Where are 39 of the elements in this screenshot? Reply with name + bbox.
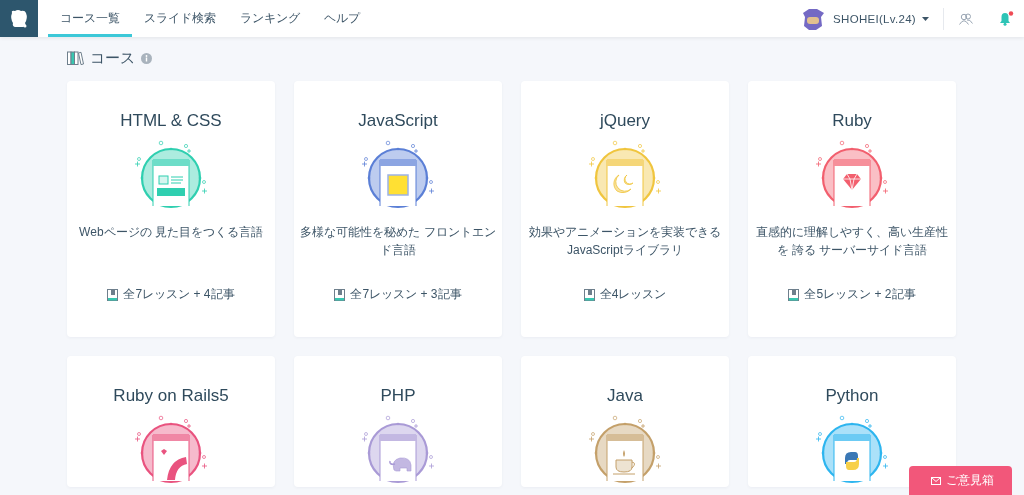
- course-title: Ruby on Rails5: [113, 386, 229, 406]
- course-card[interactable]: PHP: [294, 356, 502, 487]
- nav-tab[interactable]: ランキング: [228, 3, 312, 37]
- course-title: JavaScript: [358, 111, 438, 131]
- section-title: コース: [90, 48, 135, 68]
- course-description: 効果やアニメーションを実装できる JavaScriptライブラリ: [528, 224, 722, 259]
- course-title: Python: [825, 386, 879, 406]
- lesson-count: 全7レッスン + 4記事: [123, 286, 235, 303]
- nav-tab[interactable]: コース一覧: [48, 3, 132, 37]
- mail-icon: [931, 476, 941, 485]
- lesson-count: 全7レッスン + 3記事: [350, 286, 462, 303]
- book-icon: [788, 288, 800, 301]
- books-icon: [67, 51, 84, 65]
- nav-tab[interactable]: スライド検索: [132, 3, 228, 37]
- nav-tab[interactable]: ヘルプ: [312, 3, 372, 37]
- course-description: Webページの 見た目をつくる言語: [79, 224, 263, 241]
- course-title: PHP: [380, 386, 416, 406]
- bell-icon[interactable]: [998, 11, 1014, 26]
- course-title: Java: [607, 386, 643, 406]
- course-card[interactable]: jQuery 効果やアニメーションを実装できる JavaScriptライブラリ 全4レッスン: [521, 81, 729, 337]
- user-name[interactable]: SHOHEI(Lv.24): [833, 12, 916, 25]
- caret-icon[interactable]: [922, 16, 929, 21]
- course-card[interactable]: HTML & CSS Webページの 見た目をつくる言語 全7レッスン + 4記事: [67, 81, 275, 337]
- course-title: jQuery: [599, 111, 651, 131]
- course-card[interactable]: Java: [521, 356, 729, 487]
- lesson-count: 全4レッスン: [599, 286, 667, 303]
- course-title: Ruby: [832, 111, 872, 131]
- people-icon[interactable]: [959, 12, 973, 25]
- course-description: 多様な可能性を秘めた フロントエンド言語: [299, 224, 497, 259]
- course-card[interactable]: JavaScript 多様な可能性を秘めた フロントエンド言語 全7レッスン + 3記事: [294, 81, 502, 337]
- course-card[interactable]: Ruby on Rails5: [67, 356, 275, 487]
- book-icon: [583, 288, 595, 301]
- course-title: HTML & CSS: [120, 111, 222, 131]
- book-icon: [107, 288, 119, 301]
- course-card[interactable]: Ruby 直感的に理解しやすく、高い生産性を 誇る サーバーサイド言語 全5レッスン + 2記事: [748, 81, 956, 337]
- lesson-count: 全5レッスン + 2記事: [804, 286, 916, 303]
- book-icon: [334, 288, 346, 301]
- course-description: 直感的に理解しやすく、高い生産性を 誇る サーバーサイド言語: [755, 224, 949, 259]
- logo-icon[interactable]: [9, 8, 29, 29]
